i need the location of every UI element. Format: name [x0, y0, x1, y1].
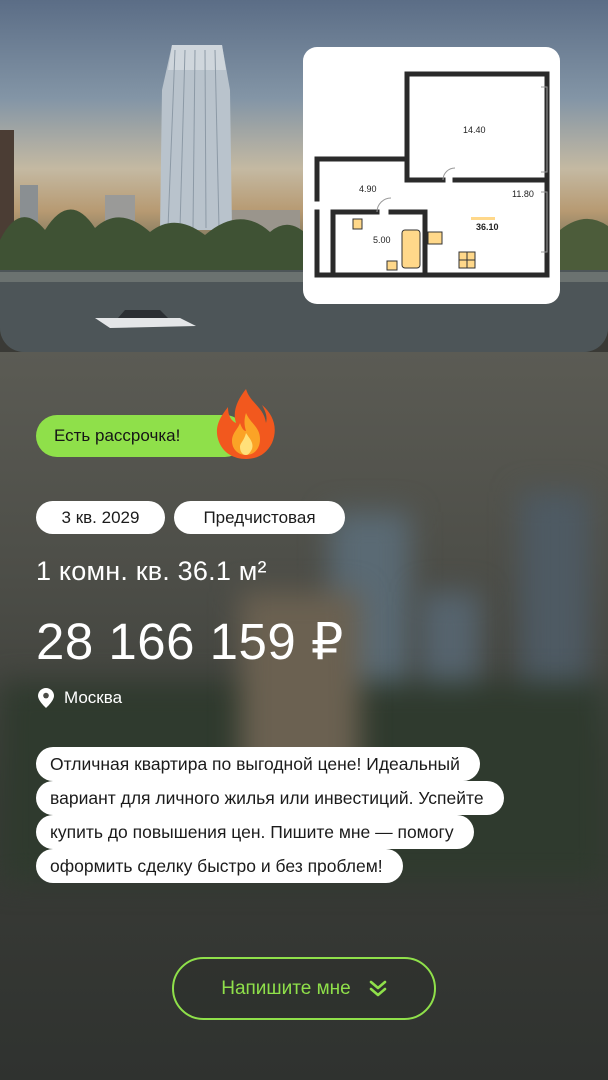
description-line: купить до повышения цен. Пишите мне — по… [36, 815, 474, 849]
boat-cabin [118, 310, 168, 318]
finish-type-label: Предчистовая [203, 507, 316, 527]
room-area-label: 5.00 [373, 235, 391, 245]
trees [560, 218, 608, 272]
write-me-label: Напишите мне [221, 977, 351, 999]
tower-top [168, 45, 226, 70]
floor-plan: 14.40 4.90 5.00 11.80 36.10 [314, 71, 550, 278]
total-area-mark [471, 217, 495, 220]
city-label: Москва [64, 688, 123, 707]
double-chevron-down-icon [369, 980, 387, 996]
floor-plan-card[interactable]: 14.40 4.90 5.00 11.80 36.10 [303, 47, 560, 304]
completion-date-tag: 3 кв. 2029 [36, 501, 165, 534]
sink [427, 231, 443, 245]
write-me-button[interactable]: Напишите мне [172, 957, 436, 1020]
location: Москва [38, 688, 122, 708]
installment-label: Есть рассрочка! [54, 426, 181, 445]
bathtub [401, 229, 421, 269]
room-area-label: 4.90 [359, 184, 377, 194]
price: 28 166 159 ₽ [36, 613, 344, 670]
toilet [352, 218, 363, 230]
description-line: оформить сделку быстро и без проблем! [36, 849, 403, 883]
description-line: Отличная квартира по выгодной цене! Идеа… [36, 747, 480, 781]
apartment-title: 1 комн. кв. 36.1 м² [36, 556, 267, 586]
room-area-label: 11.80 [512, 189, 534, 199]
tower [160, 45, 232, 230]
finish-type-tag: Предчистовая [174, 501, 345, 534]
location-pin-icon [38, 688, 54, 708]
washer [386, 260, 398, 271]
description-line: вариант для личного жилья или инвестиций… [36, 781, 504, 815]
description: Отличная квартира по выгодной цене! Идеа… [36, 747, 576, 883]
hero-image: 14.40 4.90 5.00 11.80 36.10 [0, 0, 608, 352]
completion-date-label: 3 кв. 2029 [61, 507, 140, 527]
room-area-label: 14.40 [463, 125, 486, 135]
fire-icon [216, 389, 275, 459]
total-area-label: 36.10 [476, 222, 499, 232]
